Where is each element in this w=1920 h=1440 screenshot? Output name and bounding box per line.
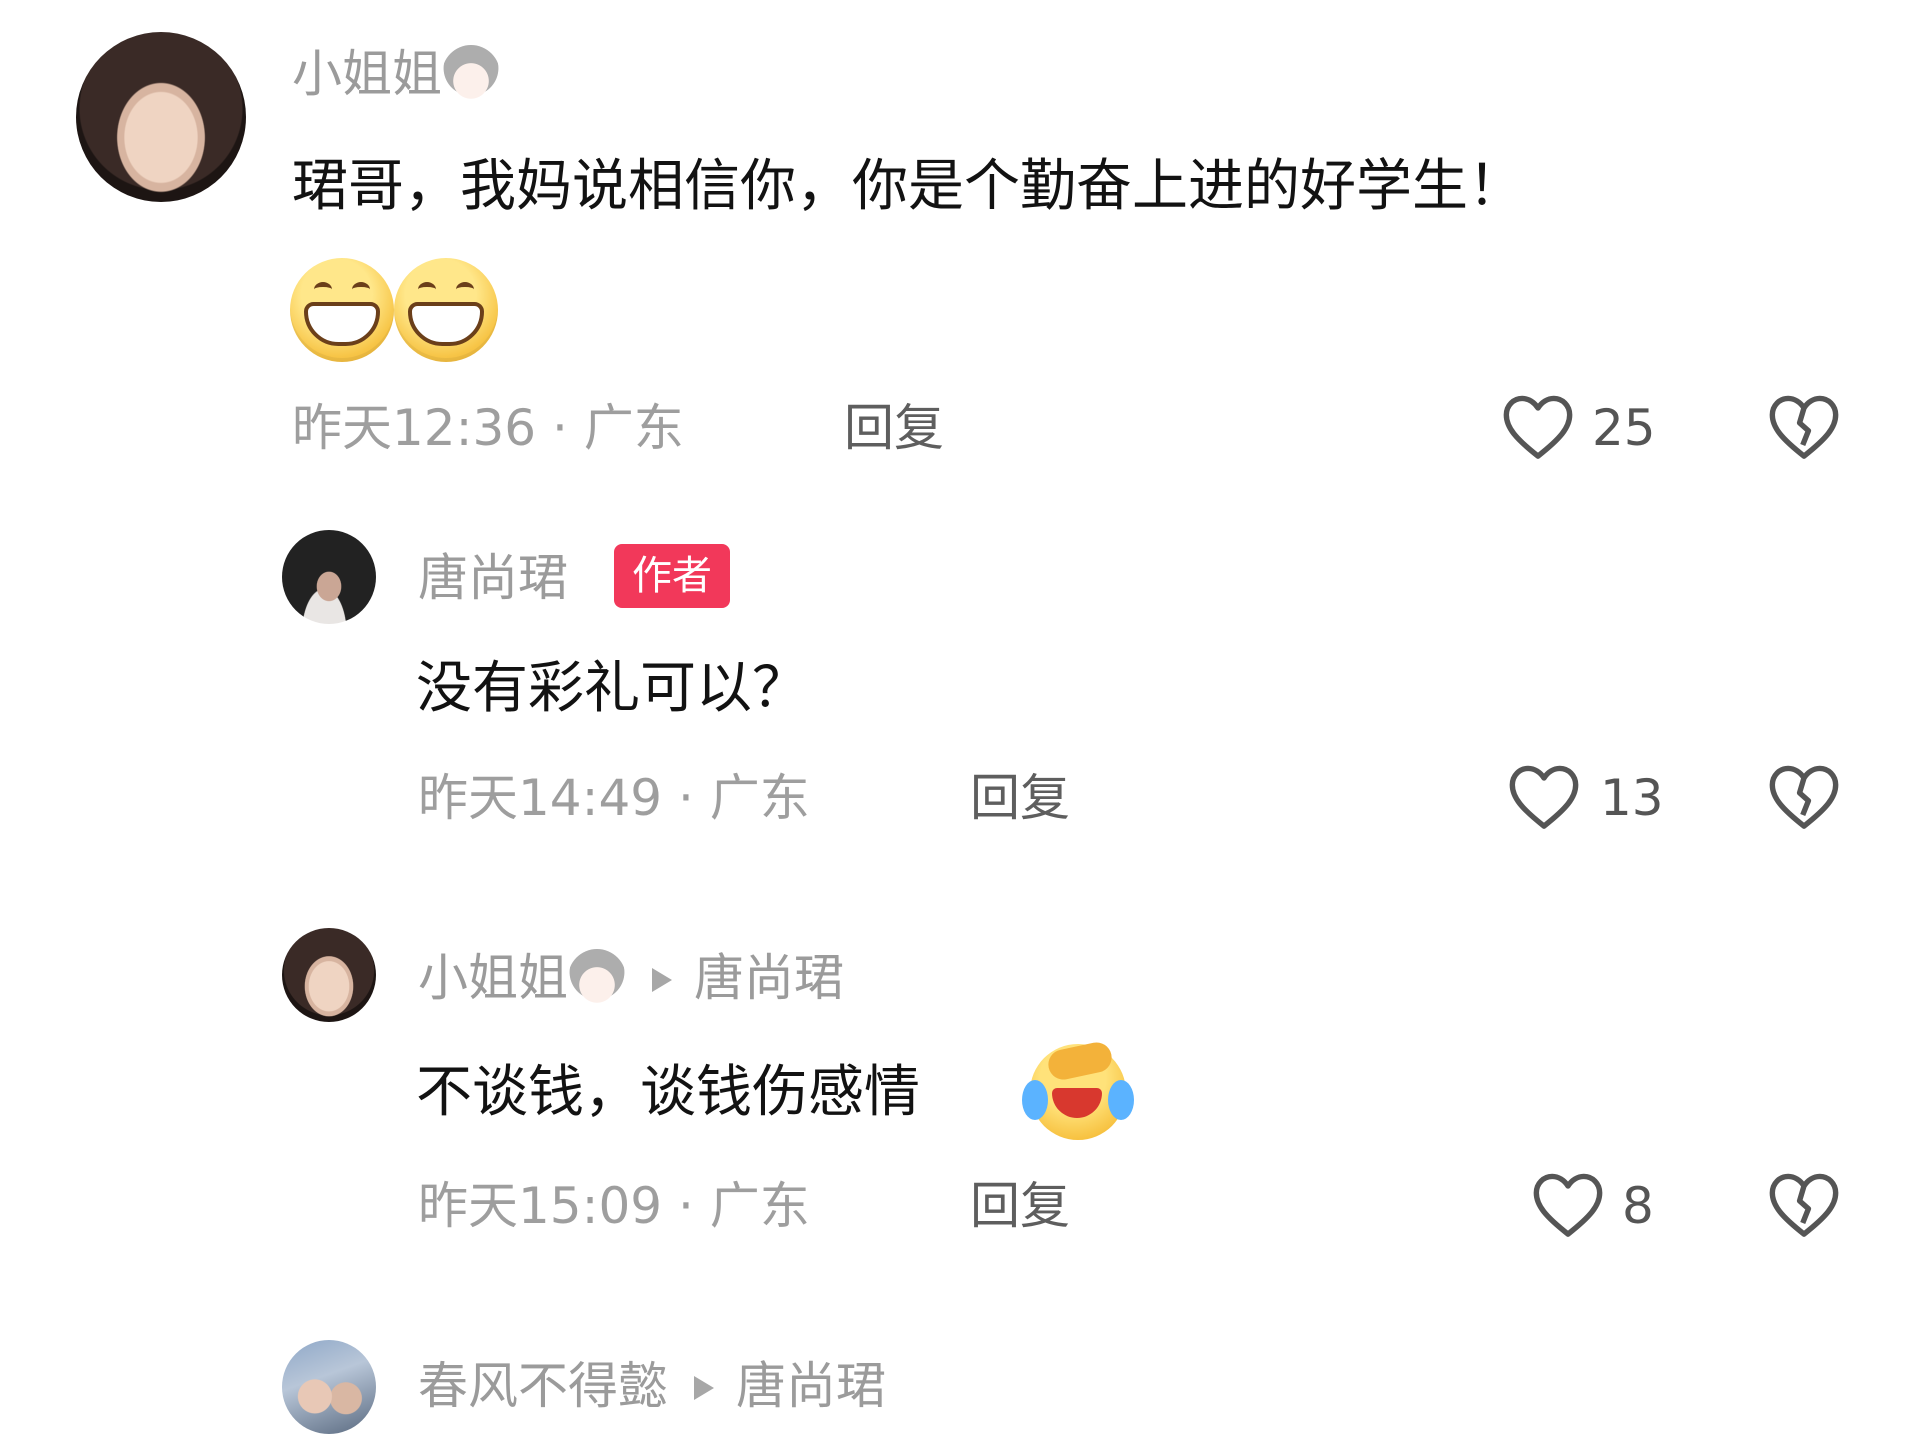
comment-author[interactable]: 小姐姐 xyxy=(292,44,500,107)
grin-emoji-icon xyxy=(290,258,394,362)
heart-outline-icon[interactable] xyxy=(1506,760,1582,832)
comment-text: 珺哥，我妈说相信你，你是个勤奋上进的好学生！ xyxy=(292,154,1524,219)
broken-heart-icon[interactable] xyxy=(1766,390,1842,462)
reply-button[interactable]: 回复 xyxy=(970,768,1070,828)
comment-author[interactable]: 春风不得懿 唐尚珺 xyxy=(418,1356,886,1416)
broken-heart-icon[interactable] xyxy=(1766,1168,1842,1240)
reply-button[interactable]: 回复 xyxy=(844,398,944,458)
avatar[interactable] xyxy=(282,1340,376,1434)
girl-emoji-icon xyxy=(442,44,500,103)
like-count: 8 xyxy=(1622,1177,1654,1235)
heart-outline-icon[interactable] xyxy=(1500,390,1576,462)
comment-text: 不谈钱，谈钱伤感情 xyxy=(416,1060,920,1125)
avatar[interactable] xyxy=(282,530,376,624)
triangle-right-icon xyxy=(652,967,672,992)
broken-heart-icon[interactable] xyxy=(1766,760,1842,832)
heart-outline-icon[interactable] xyxy=(1530,1168,1606,1240)
comment-author[interactable]: 小姐姐 唐尚珺 xyxy=(418,948,844,1011)
avatar[interactable] xyxy=(76,32,246,202)
like-count: 25 xyxy=(1592,399,1656,457)
like-count: 13 xyxy=(1600,769,1664,827)
reply-button[interactable]: 回复 xyxy=(970,1176,1070,1236)
comment-meta: 昨天12:36 · 广东 xyxy=(292,399,684,457)
comment-meta: 昨天14:49 · 广东 xyxy=(418,769,810,827)
comment-meta: 昨天15:09 · 广东 xyxy=(418,1177,810,1235)
laughing-crying-emoji-icon xyxy=(1022,1039,1134,1140)
girl-emoji-icon xyxy=(568,948,626,1007)
grin-emoji-icon xyxy=(394,258,498,362)
reply-to-name[interactable]: 唐尚珺 xyxy=(736,1357,886,1415)
reply-to-name[interactable]: 唐尚珺 xyxy=(694,949,844,1007)
avatar[interactable] xyxy=(282,928,376,1022)
comment-author[interactable]: 唐尚珺 xyxy=(418,548,568,608)
triangle-right-icon xyxy=(694,1375,714,1400)
comment-text: 没有彩礼可以？ xyxy=(416,656,808,721)
author-badge: 作者 xyxy=(614,544,730,608)
